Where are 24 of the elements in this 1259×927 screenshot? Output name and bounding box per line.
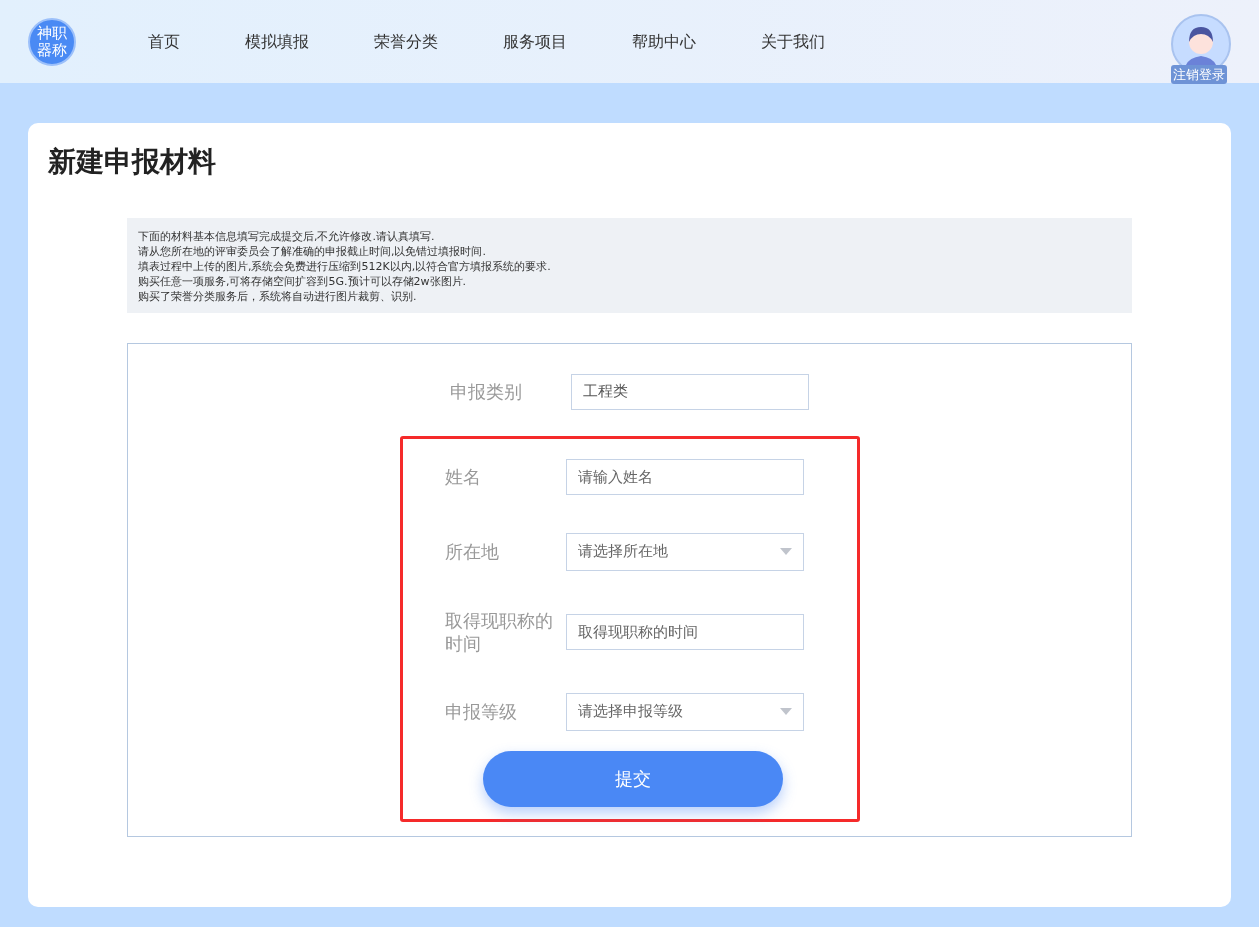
input-field[interactable]: 请输入姓名 — [565, 458, 804, 495]
field-label: 取得现职称的时间 — [444, 608, 554, 655]
notice-line: 填表过程中上传的图片,系统会免费进行压缩到512K以内,以符合官方填报系统的要求. — [138, 258, 552, 274]
nav-link[interactable]: 关于我们 — [761, 29, 825, 54]
select-field[interactable]: 请选择申报等级 — [565, 692, 804, 731]
notice-line: 购买任意一项服务,可将存储空间扩容到5G.预计可以存储2w张图片. — [138, 273, 467, 289]
page-title: 新建申报材料 — [48, 145, 217, 179]
notice-line: 请从您所在地的评审委员会了解准确的申报截止时间,以免错过填报时间. — [138, 243, 487, 259]
field-label: 姓名 — [444, 465, 482, 489]
notice-line: 下面的材料基本信息填写完成提交后,不允许修改.请认真填写. — [138, 228, 436, 244]
field-label: 申报类别 — [449, 380, 523, 404]
nav-link[interactable]: 模拟填报 — [245, 29, 309, 54]
input-field[interactable]: 取得现职称的时间 — [565, 613, 804, 650]
input-field[interactable]: 工程类 — [570, 373, 809, 410]
select-field[interactable]: 请选择所在地 — [565, 532, 804, 571]
nav-link[interactable]: 首页 — [148, 29, 180, 54]
nav-link[interactable]: 帮助中心 — [632, 29, 696, 54]
notice-line: 购买了荣誉分类服务后，系统将自动进行图片裁剪、识别. — [138, 288, 418, 304]
field-label: 所在地 — [444, 540, 500, 564]
nav-link[interactable]: 荣誉分类 — [374, 29, 438, 54]
nav-link[interactable]: 服务项目 — [503, 29, 567, 54]
caret-icon — [779, 548, 792, 556]
field-label: 申报等级 — [444, 700, 518, 724]
caret-icon — [779, 708, 792, 716]
